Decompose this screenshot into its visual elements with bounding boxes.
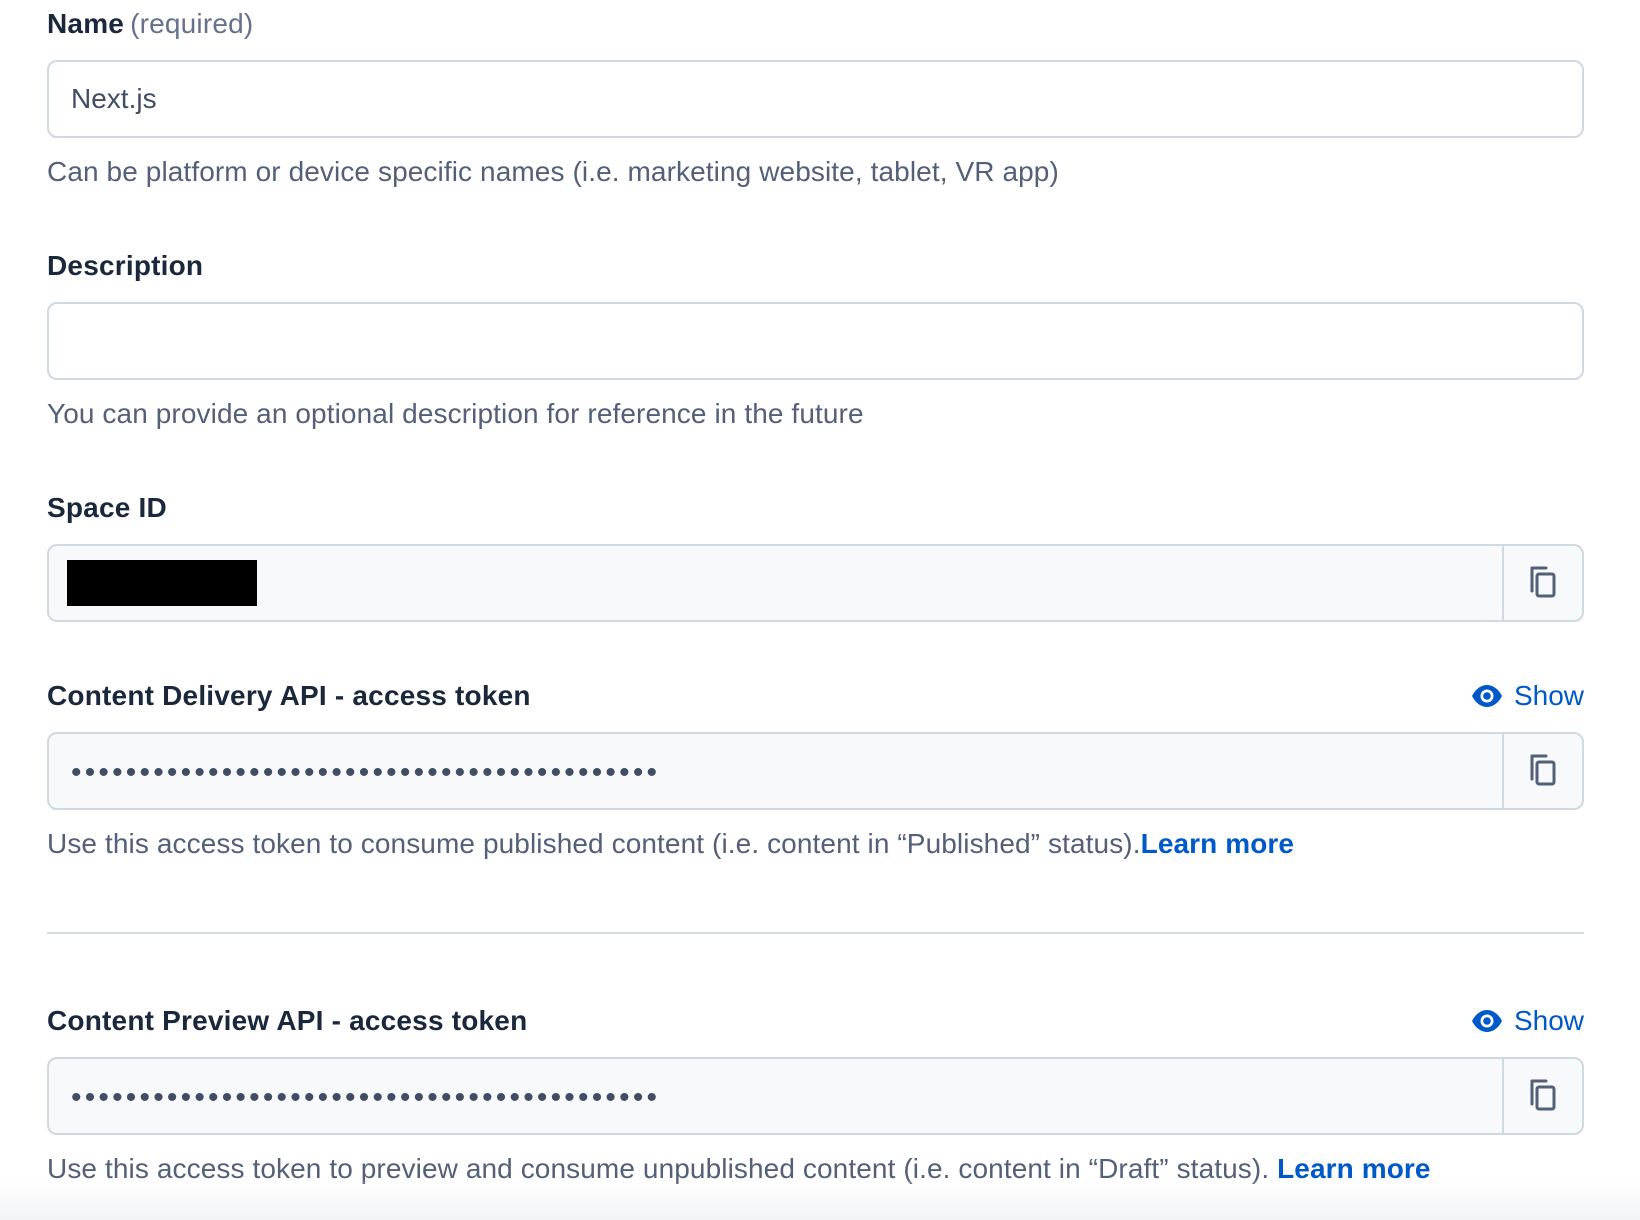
delivery-token-field: ••••••••••••••••••••••••••••••••••••••••… (47, 732, 1584, 810)
preview-token-value[interactable]: ••••••••••••••••••••••••••••••••••••••••… (49, 1059, 1502, 1133)
name-input[interactable] (49, 62, 1582, 136)
name-help-text: Can be platform or device specific names… (47, 156, 1059, 187)
copy-preview-token-button[interactable] (1502, 1059, 1582, 1133)
section-divider (47, 932, 1584, 934)
api-key-form-page: Name(required) Can be platform or device… (0, 0, 1640, 1220)
required-hint: (required) (130, 8, 254, 39)
delivery-token-section: Content Delivery API - access token Show… (47, 676, 1584, 860)
delivery-token-show-label: Show (1513, 680, 1584, 711)
description-input[interactable] (49, 304, 1582, 378)
preview-token-learn-more-link[interactable]: Learn more (1277, 1153, 1431, 1184)
delivery-token-label-row: Content Delivery API - access token Show (47, 676, 1584, 716)
description-section: Description You can provide an optional … (47, 246, 1584, 430)
name-label-text: Name (47, 8, 125, 39)
description-help-text: You can provide an optional description … (47, 398, 864, 429)
space-id-value[interactable] (49, 546, 1502, 620)
description-label: Description (47, 250, 204, 281)
space-id-label: Space ID (47, 492, 167, 523)
copy-icon (1530, 754, 1556, 786)
preview-token-label: Content Preview API - access token (47, 1005, 528, 1036)
preview-token-label-row: Content Preview API - access token Show (47, 1001, 1584, 1041)
eye-icon (1471, 685, 1502, 707)
description-label-row: Description (47, 246, 1584, 286)
redacted-space-id (67, 560, 257, 606)
name-label-row: Name (required) (47, 4, 1584, 44)
delivery-token-help-text: Use this access token to consume publish… (47, 828, 1141, 859)
copy-icon (1530, 566, 1556, 598)
delivery-token-value[interactable]: ••••••••••••••••••••••••••••••••••••••••… (49, 734, 1502, 808)
space-id-section: Space ID (47, 488, 1584, 622)
delivery-token-help: Use this access token to consume publish… (47, 828, 1584, 860)
copy-space-id-button[interactable] (1502, 546, 1582, 620)
preview-token-field: ••••••••••••••••••••••••••••••••••••••••… (47, 1057, 1584, 1135)
preview-token-section: Content Preview API - access token Show … (47, 1001, 1584, 1185)
name-field (47, 60, 1584, 138)
eye-icon (1471, 1010, 1502, 1032)
name-section: Name(required) Can be platform or device… (47, 4, 1584, 188)
preview-token-help: Use this access token to preview and con… (47, 1153, 1584, 1185)
delivery-token-show-button[interactable]: Show (1470, 680, 1584, 712)
space-id-label-row: Space ID (47, 488, 1584, 528)
preview-token-show-label: Show (1513, 1005, 1584, 1036)
copy-delivery-token-button[interactable] (1502, 734, 1582, 808)
delivery-token-label: Content Delivery API - access token (47, 680, 531, 711)
name-label: Name (required) (47, 8, 253, 40)
preview-token-show-button[interactable]: Show (1470, 1005, 1584, 1037)
space-id-field (47, 544, 1584, 622)
description-field (47, 302, 1584, 380)
delivery-token-learn-more-link[interactable]: Learn more (1141, 828, 1295, 859)
preview-token-help-text: Use this access token to preview and con… (47, 1153, 1278, 1184)
copy-icon (1530, 1079, 1556, 1111)
